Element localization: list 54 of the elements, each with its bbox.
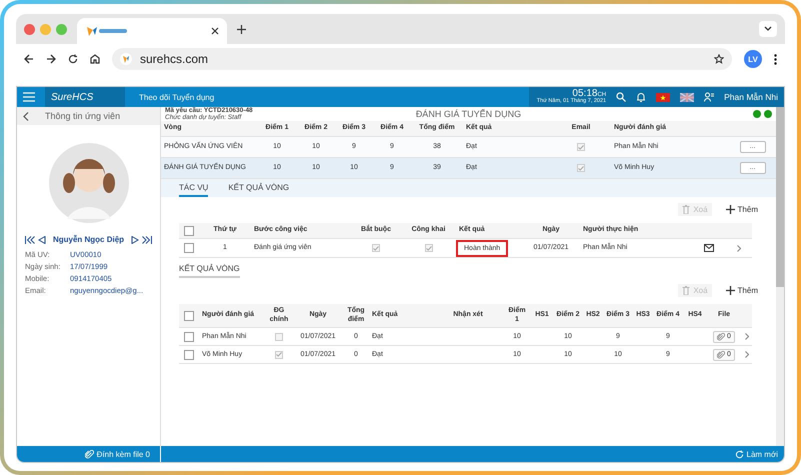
menu-icon[interactable] (23, 92, 35, 102)
home-icon[interactable] (90, 54, 100, 64)
reload-icon[interactable] (68, 54, 78, 64)
paperclip-icon (717, 332, 726, 340)
refresh-button[interactable]: Làm mới (728, 450, 784, 458)
mail-icon (704, 244, 714, 252)
panel-title: Thông tin ứng viên (45, 111, 120, 121)
logo-icon (85, 25, 129, 37)
close-window-button[interactable] (24, 24, 35, 34)
trash-icon (682, 204, 690, 214)
close-icon[interactable] (211, 27, 219, 35)
chevron-right-icon[interactable] (744, 351, 748, 358)
tab[interactable]: TÁC VỤ (179, 183, 208, 197)
add-button[interactable]: Thêm (722, 202, 762, 216)
section-label: KẾT QUẢ VÒNG (179, 264, 240, 278)
plus-icon (726, 204, 735, 214)
star-icon[interactable] (714, 54, 724, 64)
checkbox[interactable] (184, 243, 194, 253)
paperclip-icon (84, 450, 94, 458)
add-button[interactable]: Thêm (722, 284, 762, 296)
dropdown-icon[interactable] (759, 21, 777, 37)
flag-icon[interactable] (680, 92, 694, 102)
profile-avatar[interactable]: LV (744, 50, 762, 68)
search-icon[interactable] (616, 92, 626, 102)
tab[interactable]: KẾT QUẢ VÒNG (228, 183, 290, 197)
attach-button[interactable]: Đính kèm file 0 (78, 450, 156, 458)
plus-icon (726, 286, 735, 294)
scrollbar-thumb[interactable] (776, 107, 784, 287)
first-previous-icon[interactable] (25, 236, 47, 244)
section-title: ĐÁNH GIÁ TUYỂN DỤNG (416, 109, 522, 119)
address-bar[interactable]: surehcs.com (112, 48, 732, 70)
next-last-icon[interactable] (130, 236, 152, 244)
refresh-icon (734, 450, 744, 458)
flag-icon[interactable] (656, 92, 670, 102)
bell-icon[interactable] (636, 92, 646, 102)
chevron-right-icon[interactable] (737, 244, 741, 252)
checkbox[interactable] (184, 350, 194, 360)
back-icon[interactable] (23, 112, 29, 120)
logo: SureHCS (45, 87, 125, 107)
paperclip-icon (717, 350, 726, 358)
module-title: Theo dõi Tuyển dụng (139, 92, 214, 102)
back-icon[interactable] (24, 54, 34, 64)
site-logo-icon (120, 53, 132, 65)
checkbox[interactable] (184, 310, 194, 320)
trash-icon (682, 286, 690, 294)
forward-icon[interactable] (46, 54, 56, 64)
candidate-name: Nguyễn Ngọc Diệp (52, 235, 124, 244)
checkbox[interactable] (184, 226, 194, 236)
chevron-right-icon[interactable] (744, 333, 748, 340)
more-icon[interactable] (774, 54, 777, 64)
checkbox[interactable] (184, 332, 194, 342)
new-tab-icon[interactable] (237, 24, 246, 34)
user-name: Phan Mẫn Nhi (724, 92, 778, 102)
user-icon[interactable] (704, 92, 714, 102)
